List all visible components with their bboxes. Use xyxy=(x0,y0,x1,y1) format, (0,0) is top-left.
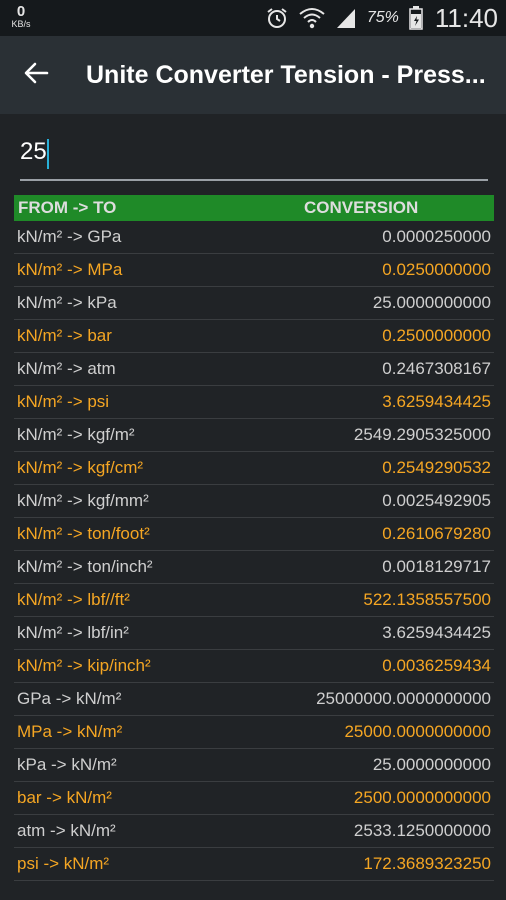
row-conversion-value: 0.2610679280 xyxy=(382,524,491,543)
row-conversion-value: 3.6259434425 xyxy=(382,623,491,642)
row-conversion-value: 0.0025492905 xyxy=(382,491,491,510)
row-conversion-value: 0.2467308167 xyxy=(382,359,491,378)
table-row[interactable]: psi -> kN/m² 172.3689323250 xyxy=(14,848,494,881)
row-from-to: kN/m² -> ton/inch² xyxy=(17,557,153,576)
table-header: FROM -> TO CONVERSION xyxy=(14,195,494,221)
row-conversion-value: 25.0000000000 xyxy=(372,755,491,774)
header-from-to: FROM -> TO xyxy=(18,198,117,217)
table-row[interactable]: GPa -> kN/m² 25000000.0000000000 xyxy=(14,683,494,716)
row-from-to: MPa -> kN/m² xyxy=(17,722,123,741)
row-from-to: kN/m² -> ton/foot² xyxy=(17,524,150,543)
battery-percent: 75% xyxy=(366,9,399,26)
text-caret xyxy=(47,139,49,169)
table-row[interactable]: atm -> kN/m² 2533.1250000000 xyxy=(14,815,494,848)
table-row[interactable]: kN/m² -> lbf/in² 3.6259434425 xyxy=(14,617,494,650)
clock: 11:40 xyxy=(434,2,498,33)
row-conversion-value: 3.6259434425 xyxy=(382,392,491,411)
row-from-to: kN/m² -> bar xyxy=(17,326,112,345)
table-row[interactable]: kN/m² -> kgf/cm² 0.2549290532 xyxy=(14,452,494,485)
row-conversion-value: 2500.0000000000 xyxy=(353,788,491,807)
row-conversion-value: 0.0018129717 xyxy=(382,557,491,576)
row-from-to: kN/m² -> lbf//ft² xyxy=(17,590,130,609)
conversion-table: FROM -> TO CONVERSION kN/m² -> GPa 0.0000… xyxy=(14,195,494,881)
row-from-to: GPa -> kN/m² xyxy=(17,689,122,708)
table-row[interactable]: MPa -> kN/m² 25000.0000000000 xyxy=(14,716,494,749)
row-from-to: bar -> kN/m² xyxy=(17,788,112,807)
row-conversion-value: 0.0000250000 xyxy=(382,227,491,246)
network-speed-unit: KB/s xyxy=(11,19,31,29)
network-speed-value: 0 xyxy=(16,3,26,20)
row-from-to: kN/m² -> kPa xyxy=(17,293,117,312)
table-row[interactable]: bar -> kN/m² 2500.0000000000 xyxy=(14,782,494,815)
row-from-to: kPa -> kN/m² xyxy=(17,755,117,774)
table-row[interactable]: kN/m² -> atm 0.2467308167 xyxy=(14,353,494,386)
row-conversion-value: 25.0000000000 xyxy=(372,293,491,312)
row-from-to: kN/m² -> GPa xyxy=(17,227,122,246)
row-from-to: kN/m² -> psi xyxy=(17,392,110,411)
value-input-container xyxy=(14,126,488,182)
row-conversion-value: 0.2549290532 xyxy=(382,458,491,477)
page-title: Unite Converter Tension - Press... xyxy=(86,61,486,89)
table-row[interactable]: kPa -> kN/m² 25.0000000000 xyxy=(14,749,494,782)
table-row[interactable]: kN/m² -> kip/inch² 0.0036259434 xyxy=(14,650,494,683)
row-from-to: kN/m² -> kip/inch² xyxy=(17,656,151,675)
row-from-to: kN/m² -> kgf/m² xyxy=(17,425,135,444)
signal-icon xyxy=(335,7,357,29)
network-speed: 0 KB/s xyxy=(8,4,34,29)
row-from-to: kN/m² -> atm xyxy=(17,359,116,378)
row-conversion-value: 0.0250000000 xyxy=(382,260,491,279)
table-row[interactable]: kN/m² -> kgf/m² 2549.2905325000 xyxy=(14,419,494,452)
battery-icon xyxy=(409,6,423,30)
row-from-to: psi -> kN/m² xyxy=(17,854,110,873)
row-conversion-value: 0.2500000000 xyxy=(382,326,491,345)
table-row[interactable]: kN/m² -> kgf/mm² 0.0025492905 xyxy=(14,485,494,518)
app-bar: Unite Converter Tension - Press... xyxy=(0,36,506,114)
table-row[interactable]: kN/m² -> psi 3.6259434425 xyxy=(14,386,494,419)
table-row[interactable]: kN/m² -> kPa 25.0000000000 xyxy=(14,287,494,320)
table-row[interactable]: kN/m² -> bar 0.2500000000 xyxy=(14,320,494,353)
input-underline xyxy=(20,179,488,181)
header-conversion: CONVERSION xyxy=(304,198,419,217)
table-row[interactable]: kN/m² -> ton/inch² 0.0018129717 xyxy=(14,551,494,584)
alarm-icon xyxy=(265,6,289,30)
table-row[interactable]: kN/m² -> GPa 0.0000250000 xyxy=(14,221,494,254)
status-bar: 0 KB/s 75% 11:40 xyxy=(0,0,506,36)
row-from-to: atm -> kN/m² xyxy=(17,821,116,840)
table-row[interactable]: kN/m² -> lbf//ft² 522.1358557500 xyxy=(14,584,494,617)
row-conversion-value: 2533.1250000000 xyxy=(353,821,491,840)
back-arrow-icon xyxy=(23,60,49,91)
row-conversion-value: 522.1358557500 xyxy=(363,590,491,609)
row-from-to: kN/m² -> kgf/cm² xyxy=(17,458,144,477)
row-from-to: kN/m² -> lbf/in² xyxy=(17,623,129,642)
table-rows: kN/m² -> GPa 0.0000250000 kN/m² -> MPa 0.02… xyxy=(14,221,494,881)
row-conversion-value: 172.3689323250 xyxy=(363,854,491,873)
row-from-to: kN/m² -> MPa xyxy=(17,260,123,279)
value-input[interactable] xyxy=(14,126,488,178)
back-button[interactable] xyxy=(14,53,58,97)
wifi-icon xyxy=(299,7,325,29)
table-row[interactable]: kN/m² -> ton/foot² 0.2610679280 xyxy=(14,518,494,551)
row-conversion-value: 0.0036259434 xyxy=(382,656,491,675)
table-row[interactable]: kN/m² -> MPa 0.0250000000 xyxy=(14,254,494,287)
row-from-to: kN/m² -> kgf/mm² xyxy=(17,491,149,510)
row-conversion-value: 2549.2905325000 xyxy=(353,425,491,444)
row-conversion-value: 25000000.0000000000 xyxy=(316,689,491,708)
row-conversion-value: 25000.0000000000 xyxy=(344,722,491,741)
